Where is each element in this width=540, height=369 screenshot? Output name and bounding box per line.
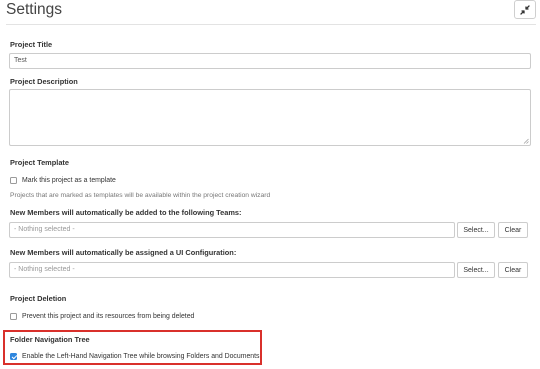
collapse-button[interactable]: [514, 0, 536, 19]
template-checkbox[interactable]: [10, 177, 17, 184]
teams-select-button[interactable]: Select...: [457, 222, 495, 238]
ui-config-clear-button[interactable]: Clear: [498, 262, 528, 278]
template-checkbox-row[interactable]: Mark this project as a template: [10, 176, 116, 185]
folder-nav-checkbox-label: Enable the Left-Hand Navigation Tree whi…: [22, 353, 260, 360]
teams-label: New Members will automatically be added …: [10, 208, 242, 217]
header-divider: [6, 24, 536, 25]
teams-clear-button[interactable]: Clear: [498, 222, 528, 238]
teams-select[interactable]: - Nothing selected -: [9, 222, 455, 238]
ui-config-label: New Members will automatically be assign…: [10, 248, 237, 257]
project-title-label: Project Title: [10, 40, 53, 49]
project-title-input[interactable]: Test: [9, 53, 531, 69]
collapse-arrows-icon: [520, 4, 530, 15]
folder-nav-checkbox-row[interactable]: Enable the Left-Hand Navigation Tree whi…: [10, 352, 259, 361]
project-description-label: Project Description: [10, 77, 78, 86]
template-checkbox-label: Mark this project as a template: [22, 177, 116, 184]
ui-config-select-button[interactable]: Select...: [457, 262, 495, 278]
ui-config-select[interactable]: - Nothing selected -: [9, 262, 455, 278]
project-template-label: Project Template: [10, 158, 70, 167]
deletion-checkbox-label: Prevent this project and its resources f…: [22, 313, 195, 320]
deletion-checkbox[interactable]: [10, 313, 17, 320]
folder-nav-checkbox[interactable]: [10, 353, 17, 360]
resize-handle-icon[interactable]: [523, 138, 529, 144]
folder-nav-label: Folder Navigation Tree: [10, 335, 90, 344]
project-deletion-label: Project Deletion: [10, 294, 67, 303]
page-title: Settings: [6, 1, 63, 18]
deletion-checkbox-row[interactable]: Prevent this project and its resources f…: [10, 312, 194, 321]
template-help-text: Projects that are marked as templates wi…: [10, 192, 271, 199]
project-description-textarea[interactable]: [9, 89, 531, 146]
